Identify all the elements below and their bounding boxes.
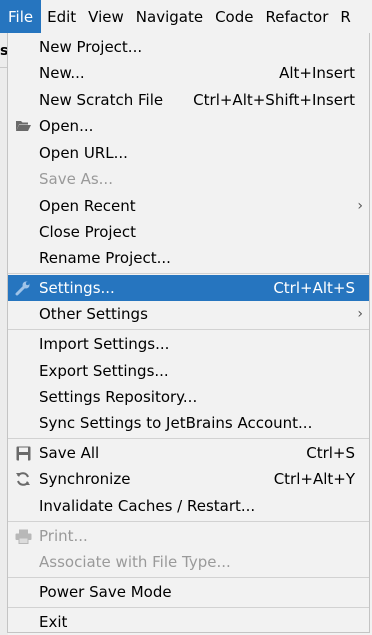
menu-separator bbox=[8, 329, 369, 330]
menu-item-label: New Project... bbox=[39, 38, 143, 56]
menu-code[interactable]: Code bbox=[209, 0, 259, 33]
menu-item-open-recent[interactable]: Open Recent › bbox=[8, 193, 369, 219]
menu-separator bbox=[8, 607, 369, 608]
menu-item-label: Power Save Mode bbox=[39, 583, 172, 601]
menu-item-export-settings[interactable]: Export Settings... bbox=[8, 358, 369, 384]
menu-navigate[interactable]: Navigate bbox=[130, 0, 209, 33]
menu-item-label: Save As... bbox=[39, 170, 113, 188]
menu-item-label: Open URL... bbox=[39, 144, 128, 162]
menu-item-shortcut: Alt+Insert bbox=[279, 64, 355, 82]
menu-item-label: Sync Settings to JetBrains Account... bbox=[39, 414, 313, 432]
menu-edit[interactable]: Edit bbox=[41, 0, 82, 33]
menu-item-exit[interactable]: Exit bbox=[8, 609, 369, 635]
menu-item-label: Open Recent bbox=[39, 197, 136, 215]
menu-item-sync-settings[interactable]: Sync Settings to JetBrains Account... bbox=[8, 410, 369, 436]
menu-item-label: New Scratch File bbox=[39, 91, 164, 109]
menu-item-invalidate-caches[interactable]: Invalidate Caches / Restart... bbox=[8, 493, 369, 519]
menu-item-import-settings[interactable]: Import Settings... bbox=[8, 331, 369, 357]
menu-separator bbox=[8, 273, 369, 274]
menu-item-save-all[interactable]: Save All Ctrl+S bbox=[8, 440, 369, 466]
menu-item-new-scratch-file[interactable]: New Scratch File Ctrl+Alt+Shift+Insert bbox=[8, 87, 369, 113]
file-menu-dropdown: New Project... New... Alt+Insert New Scr… bbox=[7, 33, 370, 633]
menu-item-power-save-mode[interactable]: Power Save Mode bbox=[8, 579, 369, 605]
menu-item-associate-file-type: Associate with File Type... bbox=[8, 549, 369, 575]
menu-item-label: Import Settings... bbox=[39, 335, 170, 353]
menu-item-shortcut: Ctrl+Alt+Shift+Insert bbox=[193, 91, 355, 109]
menu-item-rename-project[interactable]: Rename Project... bbox=[8, 245, 369, 271]
menu-item-settings[interactable]: Settings... Ctrl+Alt+S bbox=[8, 275, 369, 301]
menu-item-save-as: Save As... bbox=[8, 166, 369, 192]
menu-item-open-url[interactable]: Open URL... bbox=[8, 140, 369, 166]
menu-view[interactable]: View bbox=[82, 0, 130, 33]
menu-item-label: Settings Repository... bbox=[39, 388, 198, 406]
menu-item-label: Synchronize bbox=[39, 470, 131, 488]
menu-item-label: Settings... bbox=[39, 279, 115, 297]
menu-item-settings-repository[interactable]: Settings Repository... bbox=[8, 384, 369, 410]
chevron-right-icon: › bbox=[357, 198, 363, 214]
menu-separator bbox=[8, 438, 369, 439]
menu-item-label: Print... bbox=[39, 527, 88, 545]
menu-item-label: Other Settings bbox=[39, 305, 148, 323]
menu-item-close-project[interactable]: Close Project bbox=[8, 219, 369, 245]
menu-file[interactable]: File bbox=[0, 0, 42, 33]
menu-item-label: Export Settings... bbox=[39, 362, 169, 380]
menu-item-label: Exit bbox=[39, 613, 68, 631]
folder-icon bbox=[14, 117, 32, 135]
wrench-icon bbox=[14, 279, 32, 297]
refresh-icon bbox=[14, 470, 32, 488]
menu-refactor[interactable]: Refactor bbox=[259, 0, 334, 33]
menu-item-label: Associate with File Type... bbox=[39, 553, 231, 571]
menu-item-label: Close Project bbox=[39, 223, 136, 241]
menu-item-label: New... bbox=[39, 64, 85, 82]
menu-item-new[interactable]: New... Alt+Insert bbox=[8, 60, 369, 86]
menu-item-label: Invalidate Caches / Restart... bbox=[39, 497, 256, 515]
menu-item-label: Save All bbox=[39, 444, 100, 462]
printer-icon bbox=[14, 527, 32, 545]
menu-item-other-settings[interactable]: Other Settings › bbox=[8, 301, 369, 327]
menu-item-new-project[interactable]: New Project... bbox=[8, 34, 369, 60]
menu-run-partial[interactable]: R bbox=[334, 0, 356, 33]
menu-separator bbox=[8, 521, 369, 522]
menu-item-label: Open... bbox=[39, 117, 94, 135]
menu-item-shortcut: Ctrl+Alt+S bbox=[273, 279, 355, 297]
menu-item-shortcut: Ctrl+Alt+Y bbox=[273, 470, 355, 488]
menu-item-shortcut: Ctrl+S bbox=[306, 444, 355, 462]
menu-item-synchronize[interactable]: Synchronize Ctrl+Alt+Y bbox=[8, 466, 369, 492]
save-icon bbox=[14, 444, 32, 462]
menu-item-print: Print... bbox=[8, 523, 369, 549]
menu-separator bbox=[8, 577, 369, 578]
chevron-right-icon: › bbox=[357, 306, 363, 322]
menu-bar: File Edit View Navigate Code Refactor R bbox=[0, 0, 372, 33]
menu-item-open[interactable]: Open... bbox=[8, 113, 369, 139]
menu-item-label: Rename Project... bbox=[39, 249, 171, 267]
